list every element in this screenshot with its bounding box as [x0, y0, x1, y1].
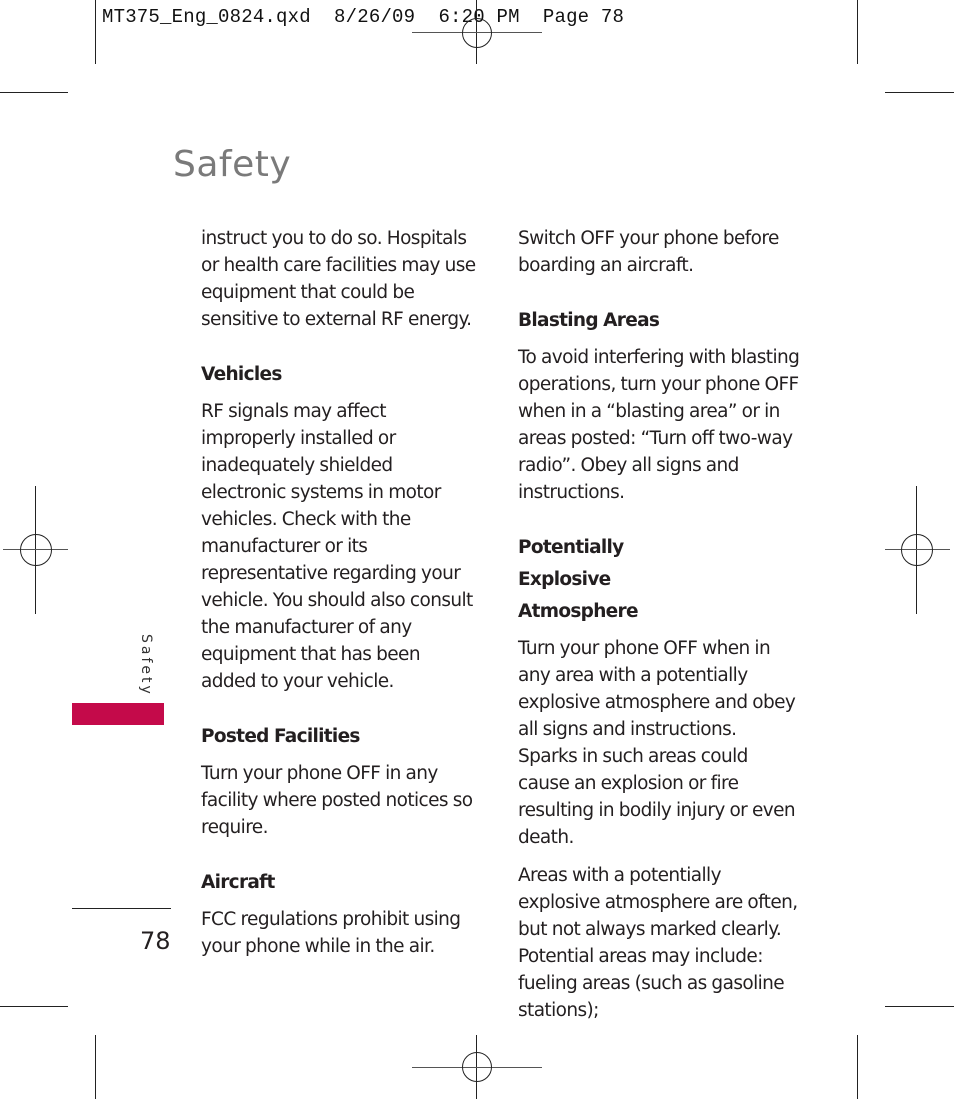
left-column: instruct you to do so. Hospitals or heal…: [201, 225, 476, 960]
section-body-posted-facilities: Turn your phone OFF in any facility wher…: [201, 763, 473, 838]
crop-mark: [95, 0, 96, 64]
section-body-explosive-atmosphere-2: Areas with a potentially explosive atmos…: [518, 865, 798, 1021]
section-body-aircraft: FCC regulations prohibit using your phon…: [201, 909, 461, 957]
print-slug-line: MT375_Eng_0824.qxd 8/26/09 6:20 PM Page …: [102, 6, 625, 28]
section-heading-vehicles: Vehicles: [201, 364, 282, 385]
crop-mark: [885, 92, 954, 93]
section-body-blasting-areas: To avoid interfering with blasting opera…: [518, 347, 800, 503]
section-heading-posted-facilities: Posted Facilities: [201, 726, 360, 747]
crop-mark: [857, 0, 858, 64]
side-tab-bar: [72, 703, 164, 725]
page-number-rule: [72, 908, 171, 909]
section-heading-explosive-atmosphere: Potentially Explosive Atmosphere: [518, 537, 638, 622]
right-column: Switch OFF your phone before boarding an…: [518, 225, 800, 1024]
crop-mark: [0, 92, 68, 93]
crop-mark: [0, 1006, 68, 1007]
section-heading-aircraft: Aircraft: [201, 872, 275, 893]
section-body-vehicles: RF signals may affect improperly install…: [201, 401, 473, 692]
paragraph-intro-right: Switch OFF your phone before boarding an…: [518, 228, 779, 276]
paragraph-intro: instruct you to do so. Hospitals or heal…: [201, 228, 476, 330]
crop-mark: [857, 1035, 858, 1099]
side-tab-label: Safety: [138, 634, 154, 697]
crop-mark: [95, 1035, 96, 1099]
section-body-explosive-atmosphere: Turn your phone OFF when in any area wit…: [518, 638, 796, 848]
page-number: 78: [140, 927, 171, 955]
page-title: Safety: [173, 144, 292, 185]
crop-mark: [885, 1006, 954, 1007]
section-heading-blasting-areas: Blasting Areas: [518, 310, 660, 331]
